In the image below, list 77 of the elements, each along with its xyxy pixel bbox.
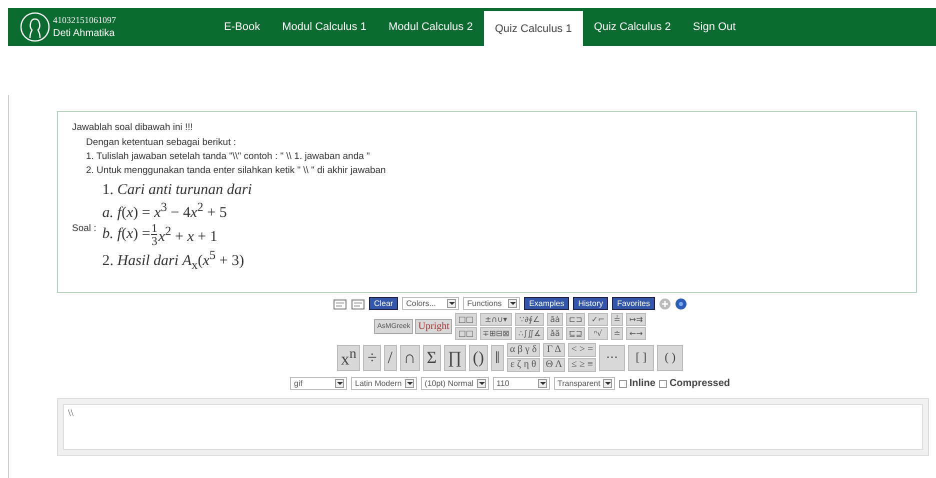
symbol-button[interactable]: □□ — [455, 313, 476, 326]
symbol-button[interactable]: Γ Δ — [542, 343, 566, 357]
symbol-button[interactable]: āȧ — [547, 313, 563, 326]
math-line: a. f(x) = x$^{3}$ − 4x$^{2}$ + 5 — [102, 199, 228, 222]
symbol-button[interactable]: ⊑⊒ — [566, 327, 586, 340]
dropdown[interactable]: gif — [290, 377, 347, 390]
checkbox[interactable] — [619, 380, 628, 388]
symbol-button[interactable]: ⊏⊐ — [566, 313, 586, 326]
caret-icon — [538, 379, 547, 388]
symbol-button[interactable]: ( ) — [657, 344, 684, 370]
symbol-button[interactable]: < > = — [568, 343, 596, 357]
checkbox[interactable] — [659, 380, 668, 388]
editor-button[interactable]: Examples — [524, 297, 570, 310]
math-line: 2. Hasil dari A$_{x}$(x$^{5}$ + 3) — [102, 247, 246, 274]
editor-button[interactable]: Clear — [368, 297, 398, 310]
symbol-button[interactable]: ‖ — [491, 344, 504, 370]
caret-icon — [404, 379, 414, 388]
symbol-button[interactable]: / — [384, 344, 397, 370]
symbol-button[interactable]: ✓⌐ — [588, 313, 608, 326]
symbol-button[interactable]: ⁿ√ — [588, 327, 608, 340]
symbol-button[interactable]: ↦⇉ — [626, 313, 646, 326]
nav-tab[interactable]: Modul Calculus 2 — [377, 8, 484, 46]
checkbox-label: Compressed — [669, 378, 730, 389]
toolbar-icon[interactable] — [350, 298, 365, 310]
symbol-button[interactable]: Σ — [422, 344, 441, 370]
nav-tab[interactable]: Quiz Calculus 1 — [484, 11, 583, 46]
dropdown[interactable]: (10pt) Normal — [420, 377, 489, 390]
symbol-button[interactable]: ≟ — [610, 313, 624, 326]
symbol-button[interactable]: ∴∫∬∡ — [515, 327, 544, 340]
nav-tab[interactable]: E-Book — [210, 8, 272, 46]
user-id: 41032151061097 — [53, 14, 116, 27]
symbol-button[interactable]: [ ] — [628, 344, 654, 370]
symbol-button[interactable]: □□ — [455, 327, 476, 340]
toolbar-icon[interactable] — [332, 298, 347, 310]
symbol-button[interactable]: () — [468, 344, 488, 370]
answer-field[interactable]: \\ — [63, 404, 923, 450]
instruction-heading: Jawablah soal dibawah ini !!! — [72, 122, 194, 133]
instruction-intro: Dengan ketentuan sebagai berikut : — [86, 137, 237, 148]
user-name: Deti Ahmatika — [53, 27, 116, 40]
dropdown[interactable]: Transparent — [554, 377, 616, 390]
symbol-button[interactable]: ←→ — [626, 327, 646, 340]
editor-button[interactable]: History — [573, 297, 608, 310]
dropdown[interactable]: Colors... — [402, 297, 460, 310]
caret-icon — [447, 299, 456, 308]
instruction-rule: 2. Untuk menggunakan tanda enter silahkan ketik " \\ " di akhir jawaban — [86, 165, 387, 176]
symbol-button[interactable]: ∓⊞⊟⊠ — [480, 327, 512, 340]
symbol-button[interactable]: x$^{n}$ — [336, 344, 360, 370]
mode-button[interactable]: Upright — [415, 319, 452, 334]
symbol-button[interactable]: ⋯ — [599, 344, 626, 370]
symbol-button[interactable]: ∏ — [444, 344, 466, 370]
symbol-button[interactable]: ±∩∪▾ — [480, 313, 512, 326]
symbol-button[interactable]: Θ Λ — [542, 358, 566, 372]
symbol-button[interactable]: ∩ — [400, 344, 420, 370]
symbol-button[interactable]: ≐ — [610, 327, 624, 340]
caret-icon — [335, 379, 344, 388]
symbol-button[interactable]: ∵∂∮∠ — [515, 313, 544, 326]
question-label: Soal : — [72, 222, 96, 234]
editor-button[interactable]: Favorites — [612, 297, 656, 310]
nav-tab[interactable]: Quiz Calculus 2 — [582, 8, 682, 46]
dropdown[interactable]: Latin Modern — [351, 377, 417, 390]
symbol-button[interactable]: ≤ ≥ ≡ — [568, 358, 596, 372]
help-icon[interactable] — [675, 298, 688, 310]
symbol-button[interactable]: ǎã — [547, 327, 563, 340]
dropdown[interactable]: 110 — [492, 377, 550, 390]
instruction-rule: 1. Tulislah jawaban setelah tanda "\\" contoh : " \\ 1. jawaban anda " — [86, 151, 371, 162]
caret-icon — [508, 299, 518, 308]
symbol-button[interactable]: ÷ — [363, 344, 381, 370]
symbol-button[interactable]: ε ζ η θ — [506, 358, 540, 372]
nav-tab[interactable]: Modul Calculus 1 — [271, 8, 378, 46]
checkbox-label: Inline — [629, 378, 656, 389]
caret-icon — [603, 379, 612, 388]
math-line: 1. Cari anti turunan dari — [102, 182, 252, 199]
caret-icon — [476, 379, 486, 388]
symbol-button[interactable]: α β γ δ — [506, 343, 540, 357]
nav-tab[interactable]: Sign Out — [682, 8, 747, 46]
user-icon — [20, 12, 50, 42]
dropdown[interactable]: Functions — [463, 297, 520, 310]
